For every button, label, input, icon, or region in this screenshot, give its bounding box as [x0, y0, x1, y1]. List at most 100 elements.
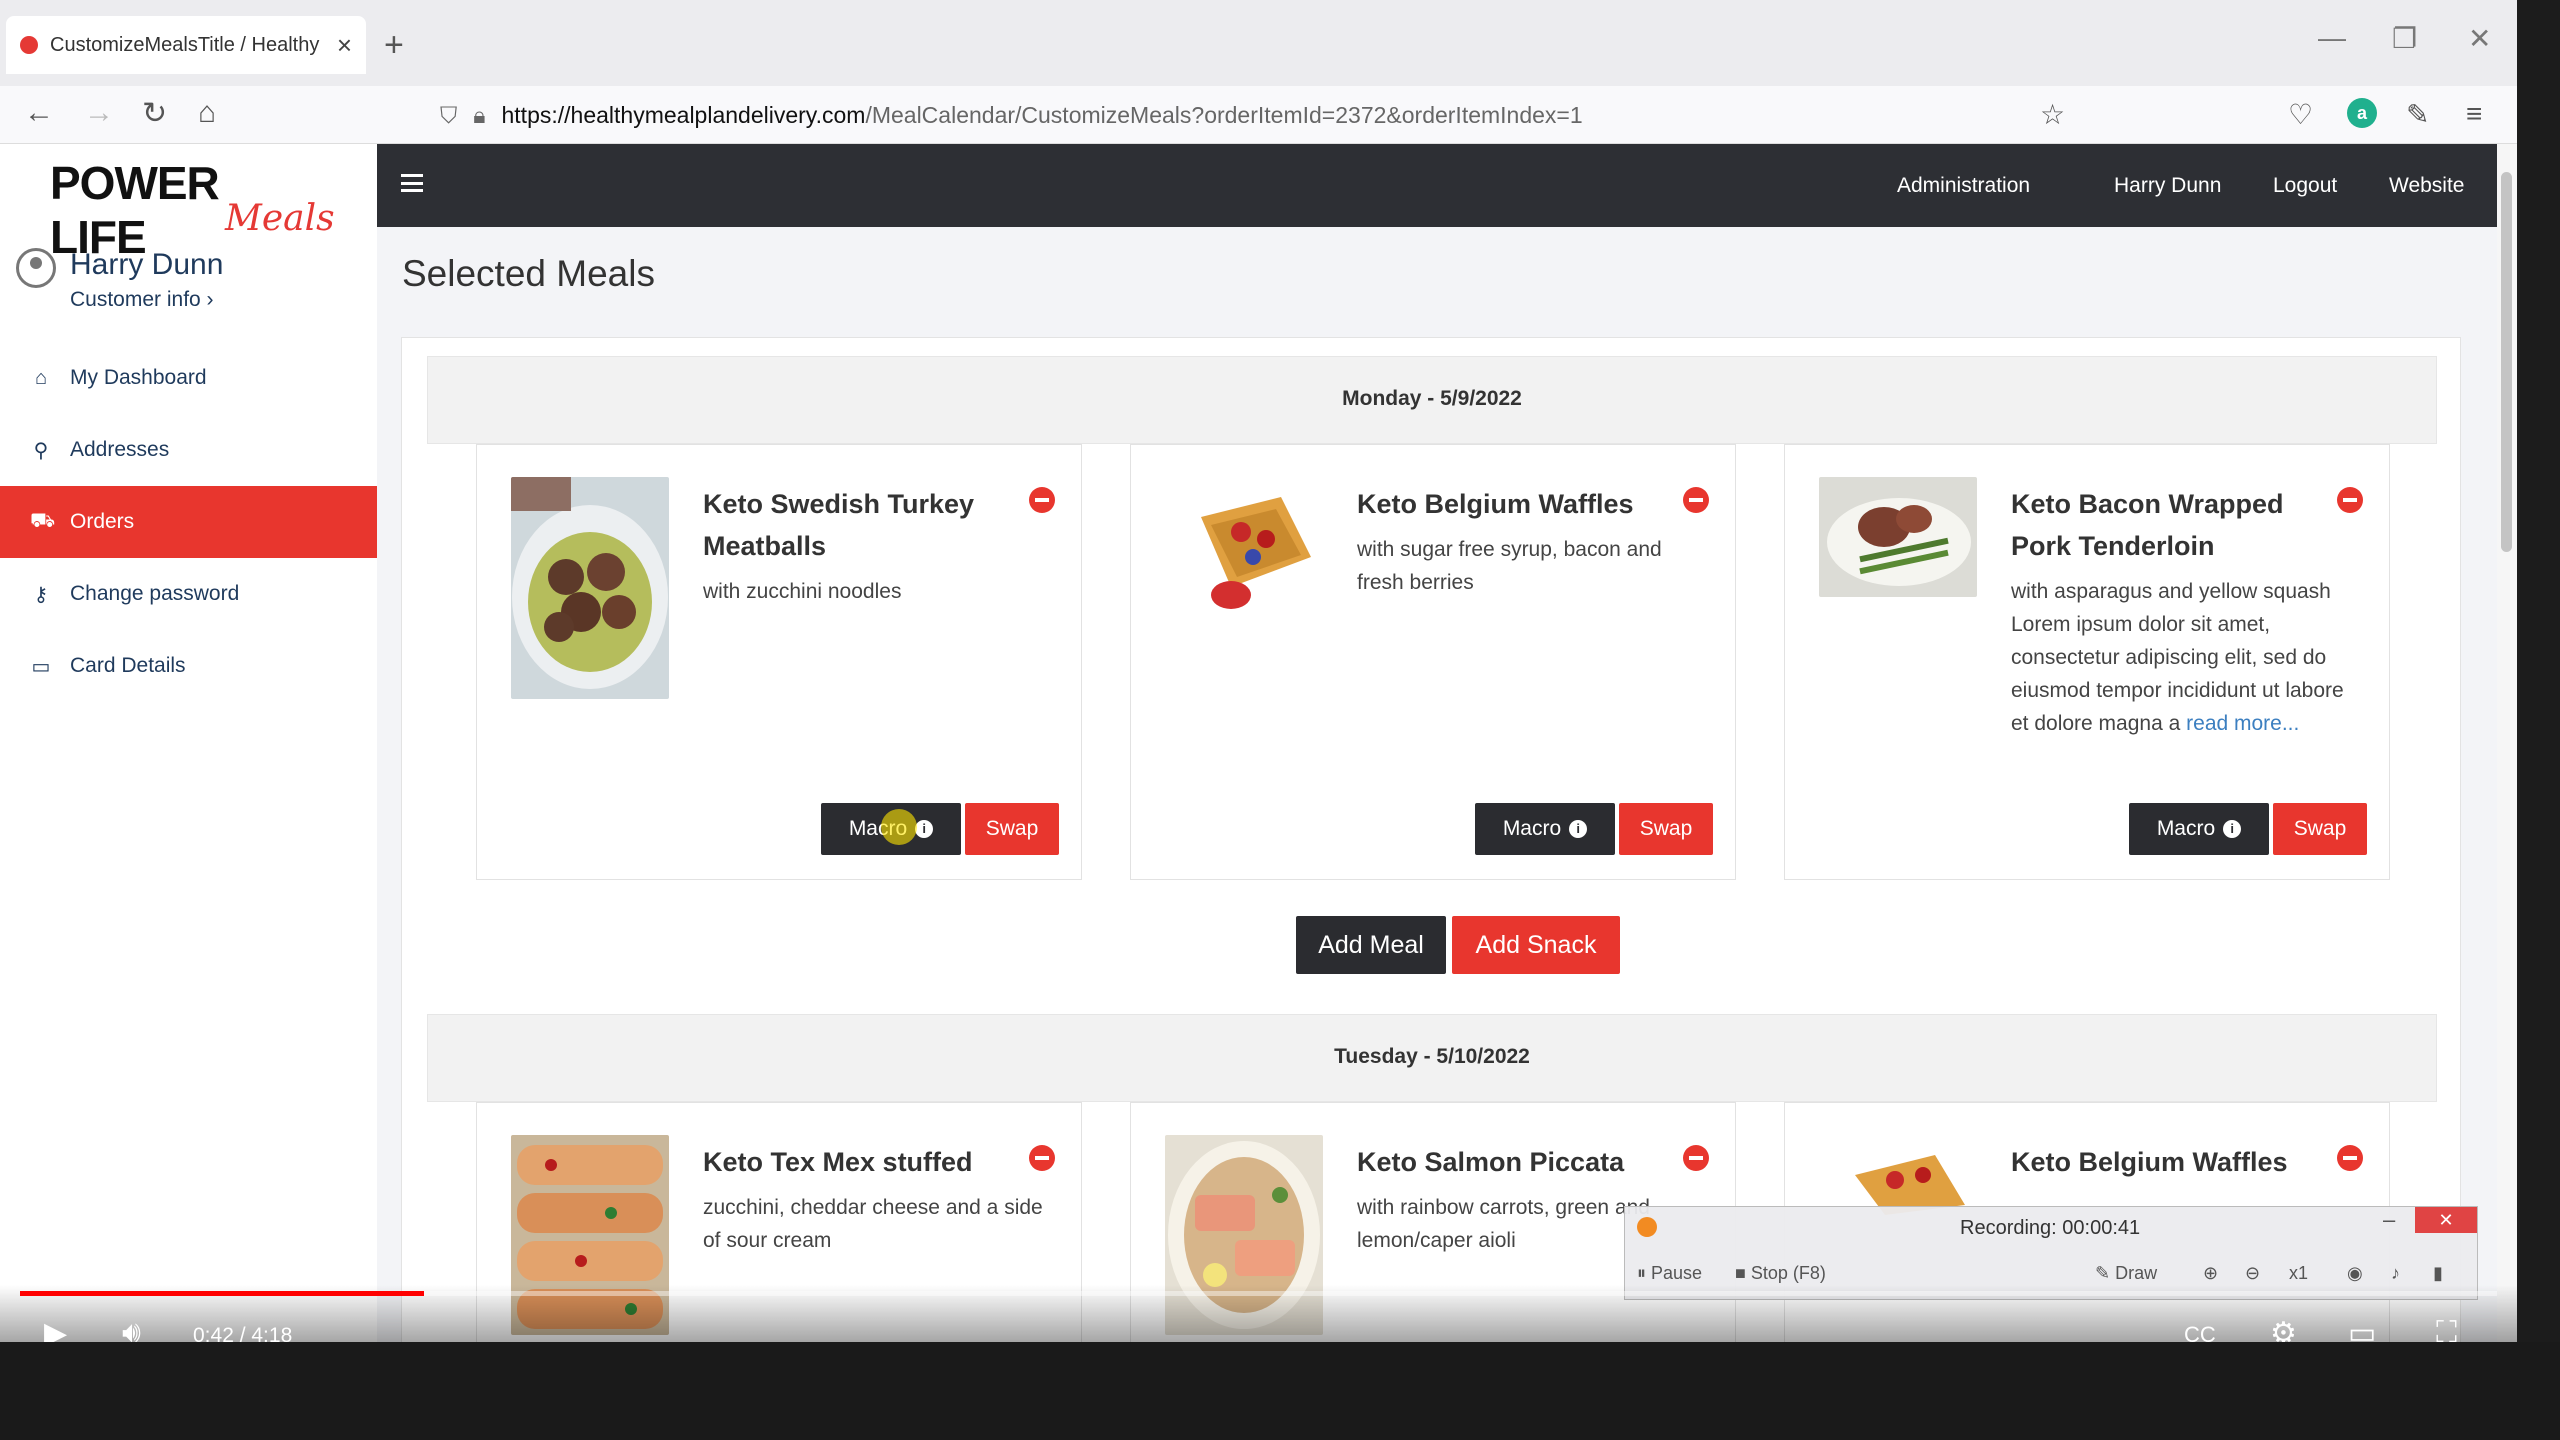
meal-title: Keto Belgium Waffles [2011, 1147, 2288, 1177]
user-name: Harry Dunn [70, 248, 224, 281]
stop-label: Stop (F8) [1750, 1263, 1826, 1283]
pocket-icon[interactable]: ♡ [2288, 98, 2313, 131]
nav-website[interactable]: Website [2389, 174, 2464, 198]
swap-button[interactable]: Swap [1619, 803, 1713, 855]
webcam-icon[interactable]: ◉ [2347, 1263, 2363, 1284]
shield-icon: ⛉ [440, 101, 458, 128]
meal-image [511, 477, 669, 699]
add-meal-label: Add Meal [1318, 930, 1424, 959]
browser-menu-icon[interactable]: ≡ [2466, 98, 2482, 130]
settings-gear-icon[interactable]: ⚙ [2270, 1316, 2297, 1342]
sidebar-item-addresses[interactable]: ⚲ Addresses [0, 414, 377, 486]
swap-button[interactable]: Swap [965, 803, 1059, 855]
user-block: Harry Dunn Customer info › [16, 248, 223, 312]
stop-button[interactable]: ■ Stop (F8) [1735, 1263, 1826, 1284]
macro-button[interactable]: Macro i [2129, 803, 2269, 855]
add-meal-button[interactable]: Add Meal [1296, 916, 1446, 974]
favicon-icon [20, 36, 38, 54]
bookmark-star-icon[interactable]: ☆ [2040, 98, 2065, 131]
logo[interactable]: POWER LIFE Meals [50, 156, 335, 263]
day-header: Monday - 5/9/2022 [427, 356, 2437, 444]
zoom-in-icon[interactable]: ⊕ [2203, 1263, 2218, 1284]
swap-button[interactable]: Swap [2273, 803, 2367, 855]
remove-meal-icon[interactable] [1029, 1145, 1055, 1171]
zoom-out-icon[interactable]: ⊖ [2245, 1263, 2260, 1284]
nav-logout[interactable]: Logout [2273, 174, 2337, 198]
meal-description: with asparagus and yellow squash Lorem i… [2011, 575, 2351, 740]
sidebar-menu: ⌂ My Dashboard ⚲ Addresses ⛟ Orders ⚷ Ch… [0, 342, 377, 702]
swap-label: Swap [985, 817, 1039, 840]
nav-user[interactable]: Harry Dunn [2114, 174, 2221, 198]
sidebar-item-label: Card Details [70, 654, 186, 677]
close-window-icon[interactable]: ✕ [2468, 22, 2491, 55]
sidebar-item-dashboard[interactable]: ⌂ My Dashboard [0, 342, 377, 414]
sidebar-item-change-password[interactable]: ⚷ Change password [0, 558, 377, 630]
draw-label: Draw [2115, 1263, 2158, 1283]
meal-image [1825, 1135, 1983, 1215]
new-tab-icon[interactable]: + [384, 26, 404, 65]
app-top-bar: Administration Harry Dunn Logout Website [377, 144, 2517, 227]
swap-label: Swap [2293, 817, 2347, 840]
browser-nav-bar: ← → ↻ ⌂ ⛉ 🔒︎ https://healthymealplandeli… [0, 86, 2517, 144]
meal-description: zucchini, cheddar cheese and a side of s… [703, 1196, 1043, 1252]
sidebar-item-orders[interactable]: ⛟ Orders [0, 486, 377, 558]
remove-meal-icon[interactable] [1683, 487, 1709, 513]
pause-label: Pause [1651, 1263, 1703, 1283]
tab-title: CustomizeMealsTitle / Healthy [50, 33, 320, 56]
sidebar-item-label: Change password [70, 582, 240, 605]
day-header: Tuesday - 5/10/2022 [427, 1014, 2437, 1102]
home-icon: ⌂ [34, 366, 48, 389]
pause-button[interactable]: ⏸ Pause [1637, 1263, 1702, 1284]
microphone-icon[interactable]: ▮ [2433, 1263, 2443, 1284]
meal-card: Keto Swedish Turkey Meatballs with zucch… [476, 444, 1082, 880]
bottom-band [0, 1342, 2560, 1440]
forward-icon[interactable]: → [84, 96, 114, 130]
info-icon: i [2223, 820, 2242, 838]
speaker-icon[interactable]: ♪ [2391, 1263, 2400, 1284]
recorder-minimize-icon[interactable]: – [2383, 1207, 2395, 1233]
sidebar-item-card-details[interactable]: ▭ Card Details [0, 630, 377, 702]
vertical-scrollbar[interactable] [2497, 144, 2517, 1342]
remove-meal-icon[interactable] [2337, 1145, 2363, 1171]
close-tab-icon[interactable]: × [337, 30, 352, 61]
right-edge [2517, 0, 2560, 1342]
recorder-close-icon[interactable]: ✕ [2415, 1207, 2477, 1233]
draw-button[interactable]: ✎ Draw [2095, 1263, 2157, 1284]
scrollbar-thumb[interactable] [2501, 172, 2512, 552]
recorder-logo-icon [1637, 1217, 1657, 1237]
video-progress-bar[interactable] [20, 1291, 2497, 1296]
browser-tab[interactable]: CustomizeMealsTitle / Healthy × [6, 16, 366, 74]
remove-meal-icon[interactable] [1029, 487, 1055, 513]
meal-image [1171, 477, 1329, 617]
screen: CustomizeMealsTitle / Healthy × + — ❐ ✕ … [0, 0, 2517, 1342]
reload-icon[interactable]: ↻ [142, 96, 167, 131]
volume-icon[interactable]: 🔊︎ [122, 1316, 141, 1342]
read-more-link[interactable]: read more... [2186, 712, 2299, 735]
remove-meal-icon[interactable] [1683, 1145, 1709, 1171]
account-icon[interactable]: a [2347, 98, 2377, 128]
meal-image [1819, 477, 1977, 597]
url-path: /MealCalendar/CustomizeMeals?orderItemId… [865, 101, 1583, 128]
remove-meal-icon[interactable] [2337, 487, 2363, 513]
macro-button[interactable]: Macro i [1475, 803, 1615, 855]
play-icon[interactable]: ▶ [44, 1316, 67, 1342]
meal-title: Keto Belgium Waffles [1357, 489, 1634, 519]
minimize-icon[interactable]: — [2318, 22, 2346, 54]
fullscreen-icon[interactable]: ⛶ [2436, 1316, 2457, 1342]
cursor-highlight [881, 809, 917, 845]
pen-icon[interactable]: ✎ [2406, 98, 2429, 131]
address-bar[interactable]: ⛉ 🔒︎ https://healthymealplandelivery.com… [440, 92, 2080, 138]
meal-title: Keto Salmon Piccata [1357, 1147, 1625, 1177]
restore-icon[interactable]: ❐ [2392, 22, 2417, 55]
macro-label: Macro [2156, 817, 2216, 840]
nav-administration[interactable]: Administration [1897, 174, 2030, 198]
miniplayer-icon[interactable]: ▭ [2348, 1316, 2376, 1342]
captions-icon[interactable]: CC [2184, 1322, 2216, 1342]
home-icon[interactable]: ⌂ [198, 96, 216, 130]
add-snack-button[interactable]: Add Snack [1452, 916, 1620, 974]
back-icon[interactable]: ← [24, 96, 54, 130]
customer-info-link[interactable]: Customer info › [70, 288, 223, 312]
meal-description: with sugar free syrup, bacon and fresh b… [1357, 538, 1662, 594]
hamburger-menu-icon[interactable] [401, 174, 423, 192]
info-icon: i [1569, 820, 1588, 838]
